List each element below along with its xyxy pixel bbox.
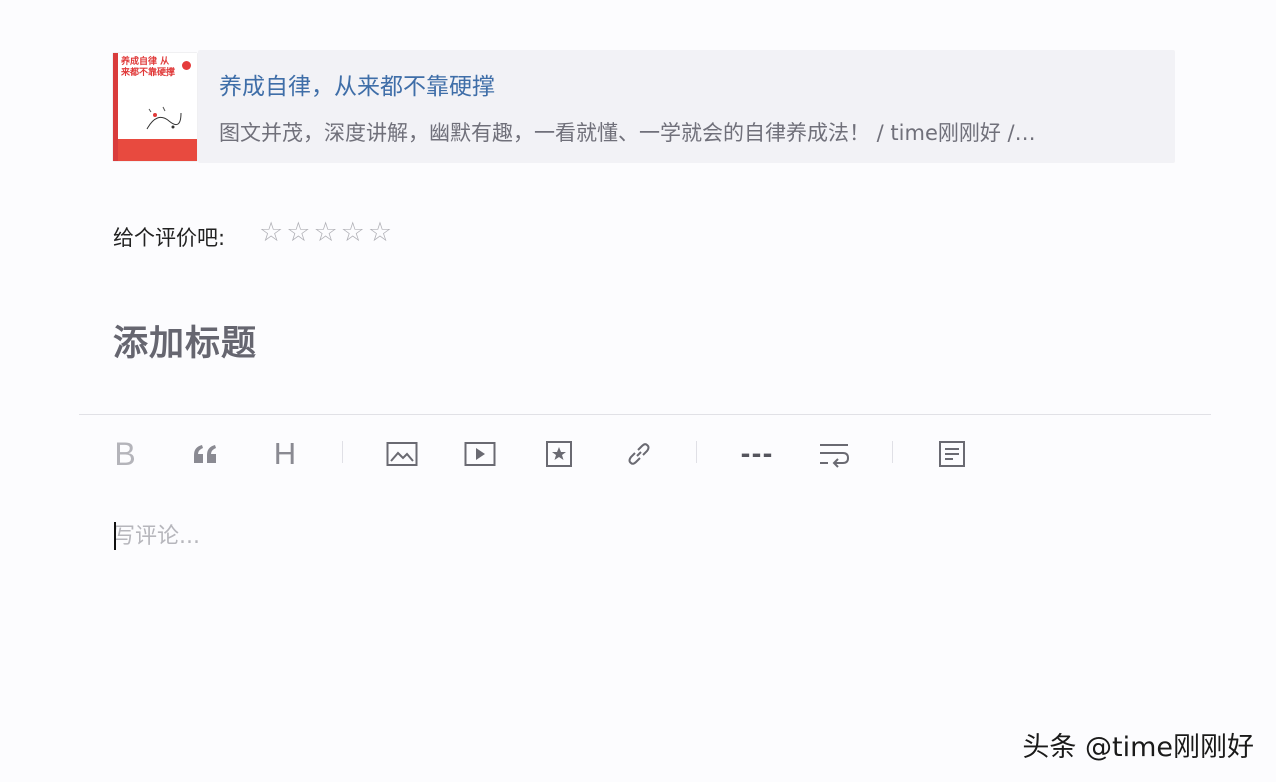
quote-button[interactable] xyxy=(189,436,223,472)
comment-input[interactable] xyxy=(113,518,1173,678)
insert-favorite-button[interactable] xyxy=(541,436,577,472)
line-wrap-button[interactable] xyxy=(814,436,854,472)
book-cover-image[interactable]: 养成自律 从来都不靠硬撑 xyxy=(113,53,197,161)
star-icon[interactable]: ☆ xyxy=(286,218,310,248)
rating-label: 给个评价吧: xyxy=(113,226,226,250)
insert-link-button[interactable] xyxy=(620,436,658,472)
star-icon[interactable]: ☆ xyxy=(368,218,392,248)
quote-icon xyxy=(194,445,216,463)
star-icon[interactable]: ☆ xyxy=(313,218,337,248)
insert-video-button[interactable] xyxy=(461,436,499,472)
cover-title: 养成自律 从来都不靠硬撑 xyxy=(121,57,176,78)
heading-button[interactable]: H xyxy=(268,436,302,472)
book-title-link[interactable]: 养成自律，从来都不靠硬撑 xyxy=(219,67,495,101)
document-button[interactable] xyxy=(934,436,970,472)
editor-divider xyxy=(79,414,1211,415)
toolbar-separator xyxy=(342,441,343,463)
star-icon[interactable]: ☆ xyxy=(259,218,283,248)
star-icon[interactable]: ☆ xyxy=(341,218,365,248)
cover-doodle-illustration xyxy=(146,106,182,130)
book-description: 图文并茂，深度讲解，幽默有趣，一看就懂、一学就会的自律养成法！ / time刚刚… xyxy=(219,121,1036,145)
text-caret xyxy=(114,522,116,550)
book-card[interactable]: 养成自律 从来都不靠硬撑 养成自律，从来都不靠硬撑 图文并茂，深度讲解，幽默有趣… xyxy=(113,50,1175,163)
book-info-panel[interactable]: 养成自律，从来都不靠硬撑 图文并茂，深度讲解，幽默有趣，一看就懂、一学就会的自律… xyxy=(198,50,1175,163)
favorite-icon xyxy=(546,441,572,467)
document-icon xyxy=(939,441,965,467)
watermark: 头条 @time刚刚好 xyxy=(1022,732,1254,763)
star-rating[interactable]: ☆ ☆ ☆ ☆ ☆ xyxy=(259,218,392,248)
heading-icon: H xyxy=(273,436,297,471)
wrap-icon xyxy=(820,444,850,468)
toolbar-separator xyxy=(696,441,697,463)
cover-bottom-band xyxy=(118,139,197,161)
image-icon xyxy=(386,442,418,466)
bold-button[interactable]: B xyxy=(108,436,142,472)
bold-icon: B xyxy=(114,435,136,472)
cover-red-dot xyxy=(182,61,191,70)
divider-line-icon: --- xyxy=(740,440,774,468)
title-input[interactable]: 添加标题 xyxy=(113,315,257,366)
video-icon xyxy=(464,442,496,466)
insert-image-button[interactable] xyxy=(383,436,421,472)
link-icon xyxy=(628,443,650,465)
insert-divider-button[interactable]: --- xyxy=(735,436,779,472)
toolbar-separator xyxy=(892,441,893,463)
